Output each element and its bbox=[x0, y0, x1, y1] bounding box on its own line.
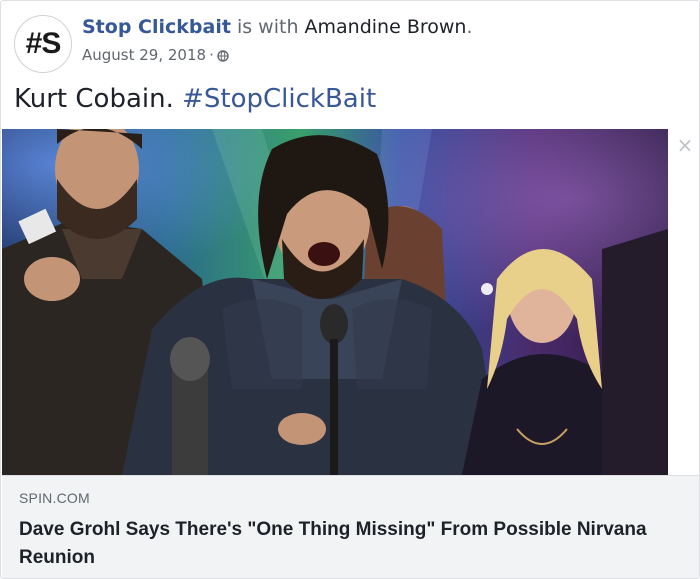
with-text: is with bbox=[230, 16, 305, 38]
close-icon[interactable]: × bbox=[676, 133, 694, 157]
post-message: Kurt Cobain. #StopClickBait bbox=[14, 84, 376, 114]
link-preview-box[interactable]: SPIN.COM Dave Grohl Says There's "One Th… bbox=[2, 475, 699, 578]
tagged-suffix: . bbox=[466, 16, 473, 38]
stage-photo bbox=[2, 129, 668, 475]
link-domain: SPIN.COM bbox=[19, 490, 90, 506]
link-preview-image[interactable] bbox=[2, 129, 668, 475]
page-name-link[interactable]: Stop Clickbait bbox=[82, 16, 231, 38]
post-header: Stop Clickbait is with Amandine Brown. bbox=[82, 16, 473, 38]
tagged-user-link[interactable]: Amandine Brown bbox=[305, 16, 467, 38]
link-title[interactable]: Dave Grohl Says There's "One Thing Missi… bbox=[19, 516, 659, 572]
hashtag-link[interactable]: #StopClickBait bbox=[182, 84, 376, 114]
page-avatar[interactable]: #S bbox=[14, 15, 72, 73]
post-date-link[interactable]: August 29, 2018 bbox=[82, 46, 206, 64]
globe-icon[interactable] bbox=[217, 49, 229, 62]
meta-separator: · bbox=[209, 46, 214, 64]
avatar-logo-text: #S bbox=[25, 27, 62, 60]
post-message-text: Kurt Cobain. bbox=[14, 84, 174, 114]
post-meta: August 29, 2018 · bbox=[82, 46, 229, 64]
facebook-post: #S Stop Clickbait is with Amandine Brown… bbox=[0, 0, 700, 579]
